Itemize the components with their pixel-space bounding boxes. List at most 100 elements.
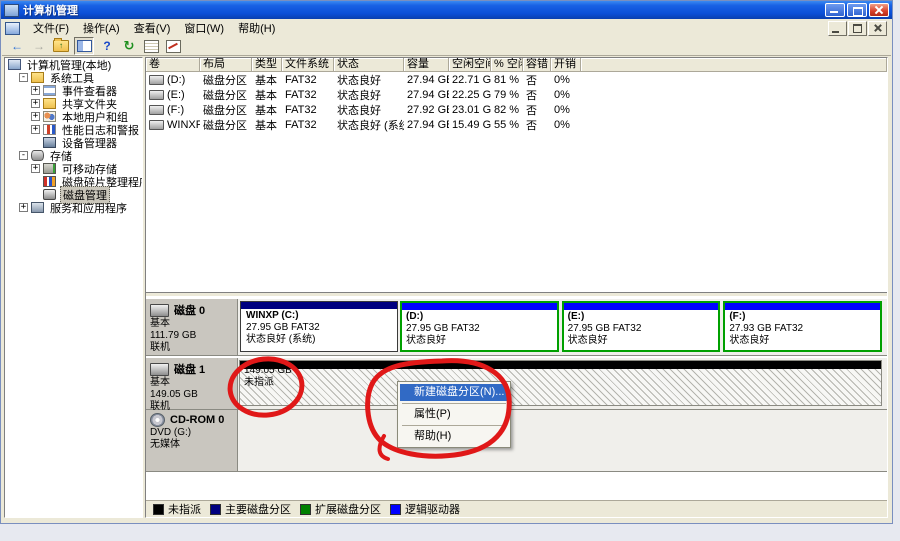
unallocated-color-swatch	[153, 504, 164, 515]
menu-item-properties[interactable]: 属性(P)	[400, 406, 508, 423]
title-bar: 计算机管理	[1, 1, 892, 19]
defragmenter-icon	[43, 176, 56, 187]
show-hide-tree-icon[interactable]	[74, 37, 94, 55]
mdi-child-icon[interactable]	[5, 22, 20, 35]
partition-d[interactable]: (D:) 27.95 GB FAT32 状态良好	[400, 301, 559, 352]
computer-icon	[8, 59, 21, 70]
extended-color-swatch	[300, 504, 311, 515]
disk-0-row: 磁盘 0 基本 111.79 GB 联机 WINXP (C:) 27.95 GB…	[146, 299, 887, 356]
disk-0-header[interactable]: 磁盘 0 基本 111.79 GB 联机	[146, 299, 238, 356]
cdrom-header[interactable]: CD-ROM 0 DVD (G:) 无媒体	[146, 410, 238, 472]
system-tools-icon	[31, 72, 44, 83]
cdrom-icon	[150, 413, 165, 427]
app-icon	[4, 4, 19, 17]
partition-winxp-c[interactable]: WINXP (C:) 27.95 GB FAT32 状态良好 (系统)	[240, 301, 398, 352]
volume-icon	[149, 90, 164, 100]
menu-action[interactable]: 操作(A)	[76, 18, 127, 38]
disk-1-strip: 149.05 GB 未指派	[238, 358, 887, 410]
context-menu: 新建磁盘分区(N)... 属性(P) 帮助(H)	[397, 381, 511, 448]
logical-drive-bar	[402, 303, 557, 310]
expand-icon[interactable]: +	[31, 99, 40, 108]
primary-color-swatch	[210, 504, 221, 515]
volume-row-d[interactable]: (D:) 磁盘分区 基本 FAT32 状态良好 27.94 GB 22.71 G…	[146, 72, 887, 87]
col-percent-free[interactable]: % 空闲	[491, 58, 523, 72]
disk-0-strip: WINXP (C:) 27.95 GB FAT32 状态良好 (系统) (D:)…	[238, 299, 887, 356]
unallocated-region[interactable]: 149.05 GB 未指派	[239, 360, 882, 406]
volume-row-e[interactable]: (E:) 磁盘分区 基本 FAT32 状态良好 27.94 GB 22.25 G…	[146, 87, 887, 102]
services-icon	[31, 202, 44, 213]
graphical-view: 磁盘 0 基本 111.79 GB 联机 WINXP (C:) 27.95 GB…	[146, 297, 887, 517]
extended-partition: (D:) 27.95 GB FAT32 状态良好 (E:) 27.95 GB F…	[400, 301, 882, 352]
help-topics-icon[interactable]	[164, 38, 182, 54]
volume-row-winxp-c[interactable]: WINXP (C:) 磁盘分区 基本 FAT32 状态良好 (系统) 27.94…	[146, 117, 887, 132]
forward-icon[interactable]: →	[30, 38, 48, 54]
refresh-icon[interactable]: ↻	[120, 38, 138, 54]
expand-icon[interactable]: +	[31, 164, 40, 173]
collapse-icon[interactable]: -	[19, 73, 28, 82]
volume-list: 卷 布局 类型 文件系统 状态 容量 空闲空间 % 空闲 容错 开销 (D:) …	[146, 58, 887, 292]
expand-icon[interactable]: +	[31, 125, 40, 134]
tree-item-services-applications[interactable]: + 服务和应用程序	[5, 201, 142, 214]
help-icon[interactable]: ?	[98, 38, 116, 54]
disk-icon	[150, 363, 169, 376]
col-filler	[581, 58, 887, 72]
volume-row-f[interactable]: (F:) 磁盘分区 基本 FAT32 状态良好 27.92 GB 23.01 G…	[146, 102, 887, 117]
col-type[interactable]: 类型	[252, 58, 282, 72]
performance-icon	[43, 124, 56, 135]
col-volume[interactable]: 卷	[146, 58, 200, 72]
col-filesystem[interactable]: 文件系统	[282, 58, 334, 72]
console-tree: 计算机管理(本地) - 系统工具 + 事件查看器 + 共享文件夹 + 本地用户和…	[4, 57, 143, 518]
event-viewer-icon	[43, 85, 56, 96]
disk-management-icon	[43, 189, 56, 200]
child-close-button[interactable]	[868, 21, 887, 36]
volume-list-header: 卷 布局 类型 文件系统 状态 容量 空闲空间 % 空闲 容错 开销	[146, 58, 887, 72]
col-layout[interactable]: 布局	[200, 58, 252, 72]
col-fault-tolerance[interactable]: 容错	[523, 58, 551, 72]
menu-file[interactable]: 文件(F)	[26, 18, 76, 38]
col-overhead[interactable]: 开销	[551, 58, 581, 72]
cdrom-strip	[238, 410, 887, 472]
logical-drive-bar	[564, 303, 719, 310]
menu-item-help[interactable]: 帮助(H)	[400, 428, 508, 445]
menu-window[interactable]: 窗口(W)	[177, 18, 231, 38]
menu-separator	[402, 403, 506, 404]
back-icon[interactable]: ←	[8, 38, 26, 54]
collapse-icon[interactable]: -	[19, 151, 28, 160]
unallocated-hatch	[240, 369, 881, 405]
disk-management-pane: 卷 布局 类型 文件系统 状态 容量 空闲空间 % 空闲 容错 开销 (D:) …	[145, 57, 888, 518]
expand-icon[interactable]: +	[19, 203, 28, 212]
menu-item-new-partition[interactable]: 新建磁盘分区(N)...	[400, 384, 508, 401]
unallocated-bar	[240, 361, 881, 369]
volume-icon	[149, 75, 164, 85]
cdrom-row: CD-ROM 0 DVD (G:) 无媒体	[146, 410, 887, 472]
expand-icon[interactable]: +	[31, 86, 40, 95]
storage-icon	[31, 150, 44, 161]
legend-bar: 未指派 主要磁盘分区 扩展磁盘分区 逻辑驱动器	[146, 500, 887, 517]
menu-help[interactable]: 帮助(H)	[231, 18, 282, 38]
partition-f[interactable]: (F:) 27.93 GB FAT32 状态良好	[723, 301, 882, 352]
col-status[interactable]: 状态	[334, 58, 404, 72]
close-button[interactable]	[869, 3, 889, 17]
col-free-space[interactable]: 空闲空间	[449, 58, 491, 72]
child-minimize-button[interactable]	[828, 21, 847, 36]
properties-icon[interactable]	[142, 38, 160, 54]
legend-logical-drive: 逻辑驱动器	[390, 501, 460, 517]
users-icon	[43, 111, 56, 122]
expand-icon[interactable]: +	[31, 112, 40, 121]
minimize-button[interactable]	[825, 3, 845, 17]
child-restore-button[interactable]	[848, 21, 867, 36]
col-capacity[interactable]: 容量	[404, 58, 449, 72]
up-one-level-icon[interactable]: ↑	[52, 38, 70, 54]
desktop: 计算机管理 文件(F) 操作(A) 查看(V) 窗口(W) 帮助(H)	[0, 0, 900, 541]
logical-color-swatch	[390, 504, 401, 515]
legend-primary-partition: 主要磁盘分区	[210, 501, 291, 517]
restore-button[interactable]	[847, 3, 867, 17]
disk-1-row: 磁盘 1 基本 149.05 GB 联机 149.05 GB 未指派	[146, 358, 887, 410]
primary-partition-bar	[241, 302, 397, 309]
legend-unallocated: 未指派	[153, 501, 201, 517]
partition-e[interactable]: (E:) 27.95 GB FAT32 状态良好	[562, 301, 721, 352]
removable-storage-icon	[43, 163, 56, 174]
menu-view[interactable]: 查看(V)	[127, 18, 178, 38]
disk-1-header[interactable]: 磁盘 1 基本 149.05 GB 联机	[146, 358, 238, 410]
disk-icon	[150, 304, 169, 317]
